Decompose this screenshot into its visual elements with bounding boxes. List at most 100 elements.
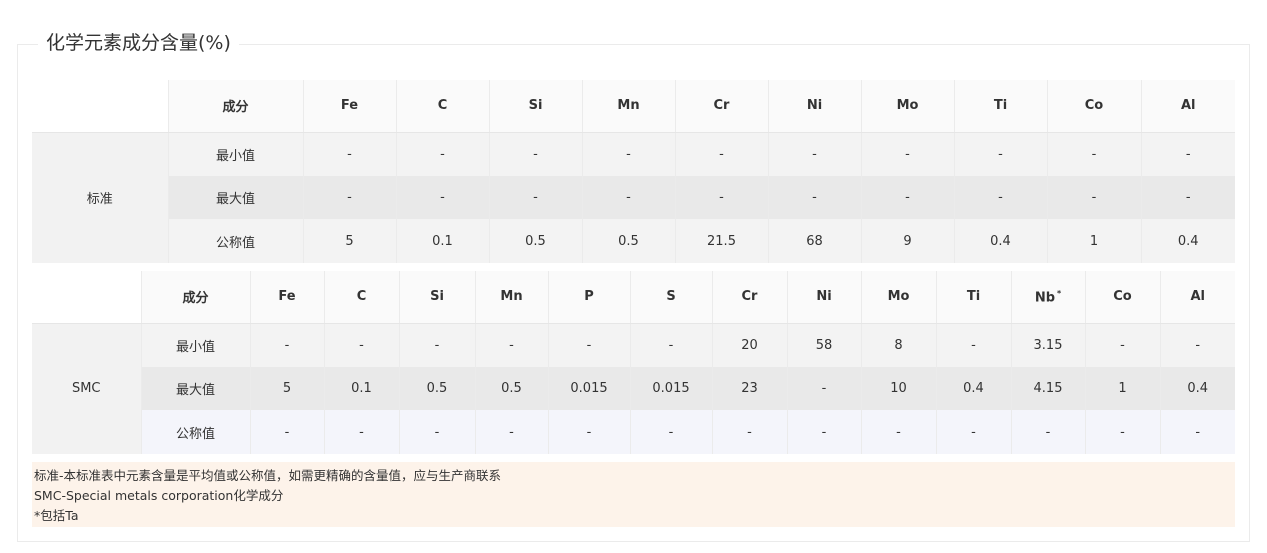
- element-header: Mn: [475, 271, 549, 324]
- value-cell: 21.5: [675, 219, 769, 264]
- value-cell: 0.1: [396, 219, 490, 264]
- row-label: 最大值: [168, 175, 304, 220]
- value-cell: 0.4: [1141, 219, 1235, 264]
- element-header: Cr: [675, 80, 769, 133]
- value-cell: -: [1047, 132, 1142, 176]
- value-cell: -: [396, 175, 490, 220]
- element-header: Fe: [250, 271, 325, 324]
- value-cell: 1: [1047, 219, 1142, 264]
- table-header-row: 成分 Fe C Si Mn P S Cr Ni Mo Ti Nb * Co Al: [32, 271, 1235, 324]
- value-cell: -: [1141, 132, 1235, 176]
- smc-composition-table: 成分 Fe C Si Mn P S Cr Ni Mo Ti Nb * Co Al …: [32, 271, 1235, 455]
- value-cell: -: [250, 410, 325, 455]
- value-cell: -: [475, 410, 549, 455]
- header-blank-cell: [32, 271, 142, 324]
- value-cell: 0.5: [399, 366, 476, 411]
- value-cell: -: [768, 175, 862, 220]
- value-cell: 0.4: [1160, 366, 1235, 411]
- value-cell: -: [1011, 410, 1086, 455]
- header-label: 成分: [141, 271, 251, 324]
- table-row: 最大值 - - - - - - - - - -: [32, 175, 1235, 220]
- value-cell: -: [1160, 410, 1235, 455]
- value-cell: -: [303, 132, 397, 176]
- value-cell: -: [787, 410, 862, 455]
- value-cell: 5: [250, 366, 325, 411]
- element-header-nb: Nb *: [1011, 271, 1086, 324]
- value-cell: -: [936, 410, 1012, 455]
- section-title: 化学元素成分含量(%): [38, 30, 239, 56]
- element-header: Ni: [787, 271, 862, 324]
- row-label: 公称值: [141, 410, 251, 455]
- element-label: Nb: [1034, 289, 1055, 305]
- value-cell: -: [1047, 175, 1142, 220]
- row-label: 公称值: [168, 219, 304, 264]
- element-header: S: [630, 271, 713, 324]
- value-cell: 20: [712, 323, 788, 367]
- value-cell: 10: [861, 366, 937, 411]
- value-cell: 23: [712, 366, 788, 411]
- value-cell: 58: [787, 323, 862, 367]
- value-cell: -: [399, 323, 476, 367]
- value-cell: 0.015: [630, 366, 713, 411]
- table-row: SMC 最小值 - - - - - - 20 58 8 - 3.15 - -: [32, 323, 1235, 455]
- value-cell: 8: [861, 323, 937, 367]
- value-cell: -: [475, 323, 549, 367]
- row-label: 最大值: [141, 366, 251, 411]
- value-cell: -: [324, 410, 400, 455]
- value-cell: 9: [861, 219, 955, 264]
- value-cell: 0.015: [548, 366, 631, 411]
- row-label: 最小值: [141, 323, 251, 367]
- value-cell: -: [1160, 323, 1235, 367]
- row-label: 最小值: [168, 132, 304, 176]
- value-cell: 0.5: [582, 219, 676, 264]
- element-header: Mo: [861, 80, 955, 133]
- value-cell: -: [675, 175, 769, 220]
- group-label: 标准: [32, 132, 169, 264]
- value-cell: -: [548, 410, 631, 455]
- value-cell: -: [324, 323, 400, 367]
- footnote-mark: *: [1057, 288, 1062, 298]
- element-header: Si: [489, 80, 583, 133]
- value-cell: -: [303, 175, 397, 220]
- value-cell: -: [489, 175, 583, 220]
- value-cell: -: [861, 175, 955, 220]
- element-header: P: [548, 271, 631, 324]
- element-header: Si: [399, 271, 476, 324]
- element-header: Ti: [936, 271, 1012, 324]
- element-header: Al: [1141, 80, 1235, 133]
- standard-composition-table: 成分 Fe C Si Mn Cr Ni Mo Ti Co Al 标准 最小值 -…: [32, 80, 1235, 264]
- header-label: 成分: [168, 80, 304, 133]
- value-cell: -: [954, 132, 1048, 176]
- value-cell: -: [399, 410, 476, 455]
- value-cell: -: [630, 323, 713, 367]
- value-cell: -: [582, 132, 676, 176]
- value-cell: -: [396, 132, 490, 176]
- value-cell: 68: [768, 219, 862, 264]
- value-cell: 0.4: [936, 366, 1012, 411]
- table-row: 公称值 - - - - - - - - - - - - -: [32, 410, 1235, 455]
- value-cell: -: [1141, 175, 1235, 220]
- header-blank-cell: [32, 80, 169, 133]
- value-cell: -: [768, 132, 862, 176]
- value-cell: -: [861, 132, 955, 176]
- element-header: Mo: [861, 271, 937, 324]
- element-header: Al: [1160, 271, 1235, 324]
- note-line: 标准-本标准表中元素含量是平均值或公称值，如需更精确的含量值，应与生产商联系: [34, 468, 502, 483]
- value-cell: 0.5: [489, 219, 583, 264]
- element-header: Mn: [582, 80, 676, 133]
- value-cell: 4.15: [1011, 366, 1086, 411]
- value-cell: 0.5: [475, 366, 549, 411]
- table-row: 最大值 5 0.1 0.5 0.5 0.015 0.015 23 - 10 0.…: [32, 366, 1235, 411]
- value-cell: -: [936, 323, 1012, 367]
- value-cell: -: [861, 410, 937, 455]
- value-cell: 0.4: [954, 219, 1048, 264]
- element-header: Co: [1047, 80, 1142, 133]
- value-cell: -: [787, 366, 862, 411]
- value-cell: 0.1: [324, 366, 400, 411]
- table-row: 标准 最小值 - - - - - - - - - -: [32, 132, 1235, 264]
- value-cell: -: [954, 175, 1048, 220]
- element-header: Cr: [712, 271, 788, 324]
- value-cell: -: [1085, 323, 1161, 367]
- note-line: SMC-Special metals corporation化学成分: [34, 488, 284, 503]
- value-cell: 3.15: [1011, 323, 1086, 367]
